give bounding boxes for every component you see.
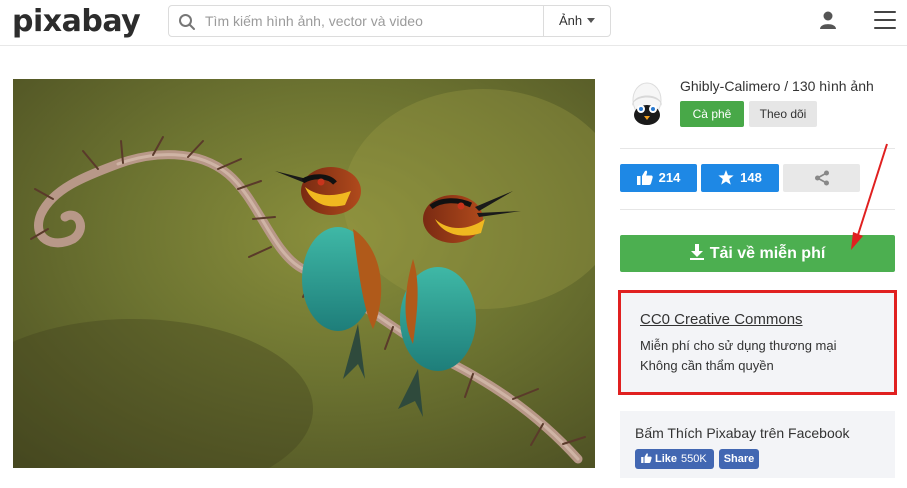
download-label: Tải về miễn phí [709, 245, 826, 262]
divider [620, 209, 895, 210]
search-input[interactable] [205, 9, 505, 33]
pixabay-logo[interactable]: pixabay [12, 4, 141, 39]
author-avatar[interactable] [626, 82, 668, 130]
menu-icon-bar [874, 11, 896, 13]
divider [620, 148, 895, 149]
thumbs-up-icon [636, 170, 653, 185]
chevron-down-icon [587, 18, 596, 23]
facebook-icon [641, 453, 652, 463]
facebook-like-label: Like [655, 453, 678, 465]
author-block: Ghibly-Calimero / 130 hình ảnh Cà phê Th… [620, 76, 895, 136]
license-link[interactable]: CC0 Creative Commons [640, 311, 803, 328]
author-name[interactable]: Ghibly-Calimero / 130 hình ảnh [680, 78, 874, 94]
download-icon [689, 244, 704, 260]
favorite-button[interactable]: 148 [701, 164, 779, 192]
search-type-dropdown[interactable]: Ảnh [543, 6, 610, 36]
follow-button[interactable]: Theo dõi [749, 101, 817, 127]
facebook-box: Bấm Thích Pixabay trên Facebook Like 550K… [620, 411, 895, 478]
facebook-like-count: 550K [681, 453, 707, 465]
favorite-count: 148 [740, 170, 762, 185]
search-icon[interactable] [178, 13, 196, 31]
share-button[interactable] [783, 164, 860, 192]
star-icon [718, 170, 734, 185]
menu-icon-bar [874, 19, 896, 21]
search-type-label: Ảnh [559, 13, 583, 28]
facebook-text: Bấm Thích Pixabay trên Facebook [635, 425, 850, 441]
facebook-like-button[interactable]: Like 550K [635, 449, 714, 469]
license-line-commercial: Miễn phí cho sử dụng thương mại [640, 338, 837, 353]
share-icon [814, 170, 829, 186]
top-header: pixabay Ảnh [0, 0, 907, 46]
license-box: CC0 Creative Commons Miễn phí cho sử dụn… [618, 290, 897, 395]
bee-eaters-photo [13, 79, 595, 468]
menu-icon-bar [874, 27, 896, 29]
user-icon[interactable] [818, 10, 838, 30]
coffee-button[interactable]: Cà phê [680, 101, 744, 127]
license-line-attribution: Không cần thẩm quyền [640, 358, 774, 373]
download-button[interactable]: Tải về miễn phí [620, 235, 895, 272]
search-bar: Ảnh [168, 5, 611, 37]
main-photo[interactable] [13, 79, 595, 468]
menu-icon[interactable] [874, 11, 896, 29]
facebook-share-button[interactable]: Share [719, 449, 759, 469]
like-count: 214 [658, 170, 681, 185]
like-button[interactable]: 214 [620, 164, 697, 192]
page: pixabay Ảnh [0, 0, 907, 488]
